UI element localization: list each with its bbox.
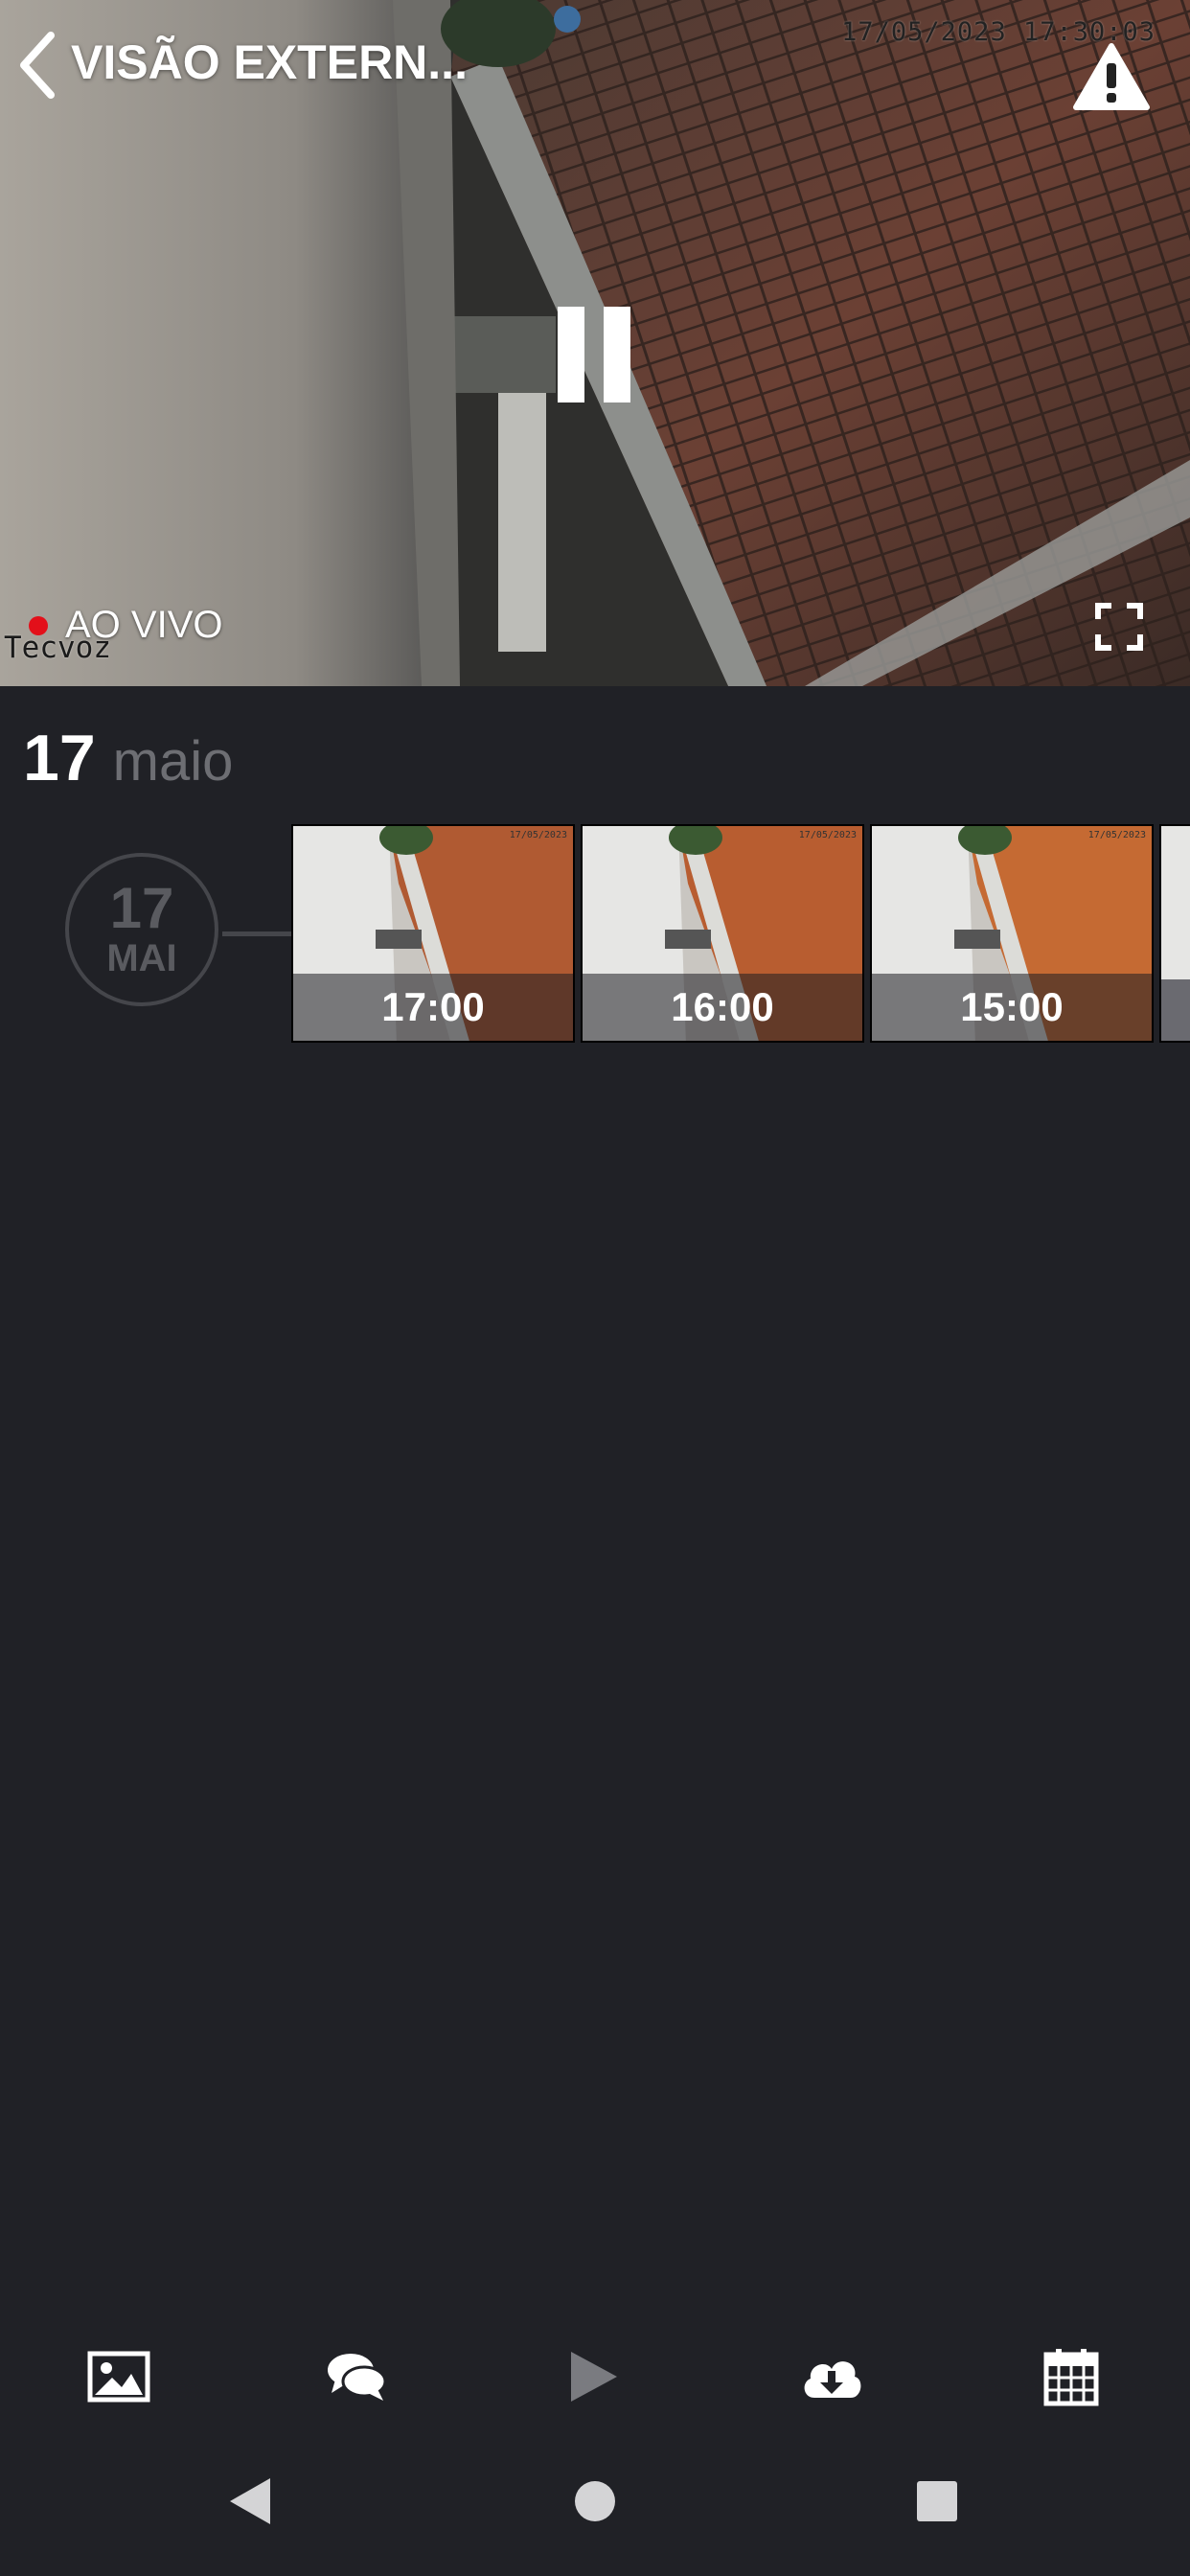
recordings-strip[interactable]: 17/05/2023 17:00 17/05/2023 16:00 17/05/…	[291, 824, 1190, 1045]
live-video-view[interactable]: 17/05/2023 17:30:03 Tecvoz VISÃO EXTERN.…	[0, 0, 1190, 686]
nav-recents-icon	[917, 2481, 957, 2521]
chevron-left-icon	[20, 32, 55, 99]
recording-thumbnail-partial[interactable]	[1159, 824, 1190, 1043]
recording-time: 17:00	[293, 974, 573, 1041]
chat-icon	[328, 2354, 387, 2401]
nav-back-icon	[230, 2478, 270, 2524]
date-header-day: 17	[23, 722, 96, 794]
recording-thumbnail[interactable]: 17/05/2023 17:00	[291, 824, 575, 1043]
gallery-icon	[87, 2351, 150, 2403]
chat-button[interactable]	[309, 2329, 404, 2425]
recording-thumbnail[interactable]: 17/05/2023 15:00	[870, 824, 1154, 1043]
nav-home-icon	[575, 2481, 615, 2521]
date-circle-day: 17	[109, 876, 174, 940]
top-bar: VISÃO EXTERN...	[0, 0, 1190, 134]
recording-stamp: 17/05/2023	[1087, 830, 1146, 840]
nav-home-button[interactable]	[547, 2453, 643, 2549]
pause-icon	[604, 307, 630, 402]
recording-stamp: 17/05/2023	[509, 830, 567, 840]
date-header: 17 maio	[23, 721, 233, 795]
back-button[interactable]	[13, 29, 61, 102]
recording-preview-image	[1161, 826, 1190, 1041]
recording-time: 16:00	[583, 974, 862, 1041]
date-circle: 17 MAI	[65, 853, 218, 1006]
system-navigation-bar	[0, 2453, 1190, 2549]
calendar-button[interactable]	[1023, 2329, 1119, 2425]
recording-stamp: 17/05/2023	[798, 830, 857, 840]
nav-back-button[interactable]	[201, 2453, 297, 2549]
calendar-icon	[1043, 2349, 1099, 2406]
date-circle-month: MAI	[106, 937, 177, 979]
play-button[interactable]	[546, 2329, 642, 2425]
date-header-month: maio	[112, 730, 234, 793]
camera-title: VISÃO EXTERN...	[71, 35, 468, 89]
timeline-connector	[222, 932, 291, 936]
bottom-toolbar	[0, 2319, 1190, 2434]
fullscreen-icon	[1095, 603, 1143, 651]
pause-icon	[558, 307, 584, 402]
pause-button[interactable]	[542, 307, 646, 412]
play-icon	[571, 2352, 617, 2402]
live-dot	[29, 615, 48, 635]
warning-triangle-icon	[1073, 43, 1150, 110]
cloud-download-button[interactable]	[784, 2329, 880, 2425]
fullscreen-button[interactable]	[1094, 602, 1144, 652]
recording-time: 15:00	[872, 974, 1152, 1041]
nav-recents-button[interactable]	[889, 2453, 985, 2549]
live-label: AO VIVO	[65, 604, 223, 646]
gallery-button[interactable]	[71, 2329, 167, 2425]
cloud-download-icon	[804, 2361, 861, 2398]
live-indicator: AO VIVO	[29, 604, 223, 647]
recording-thumbnail[interactable]: 17/05/2023 16:00	[581, 824, 864, 1043]
alert-button[interactable]	[1073, 42, 1150, 115]
